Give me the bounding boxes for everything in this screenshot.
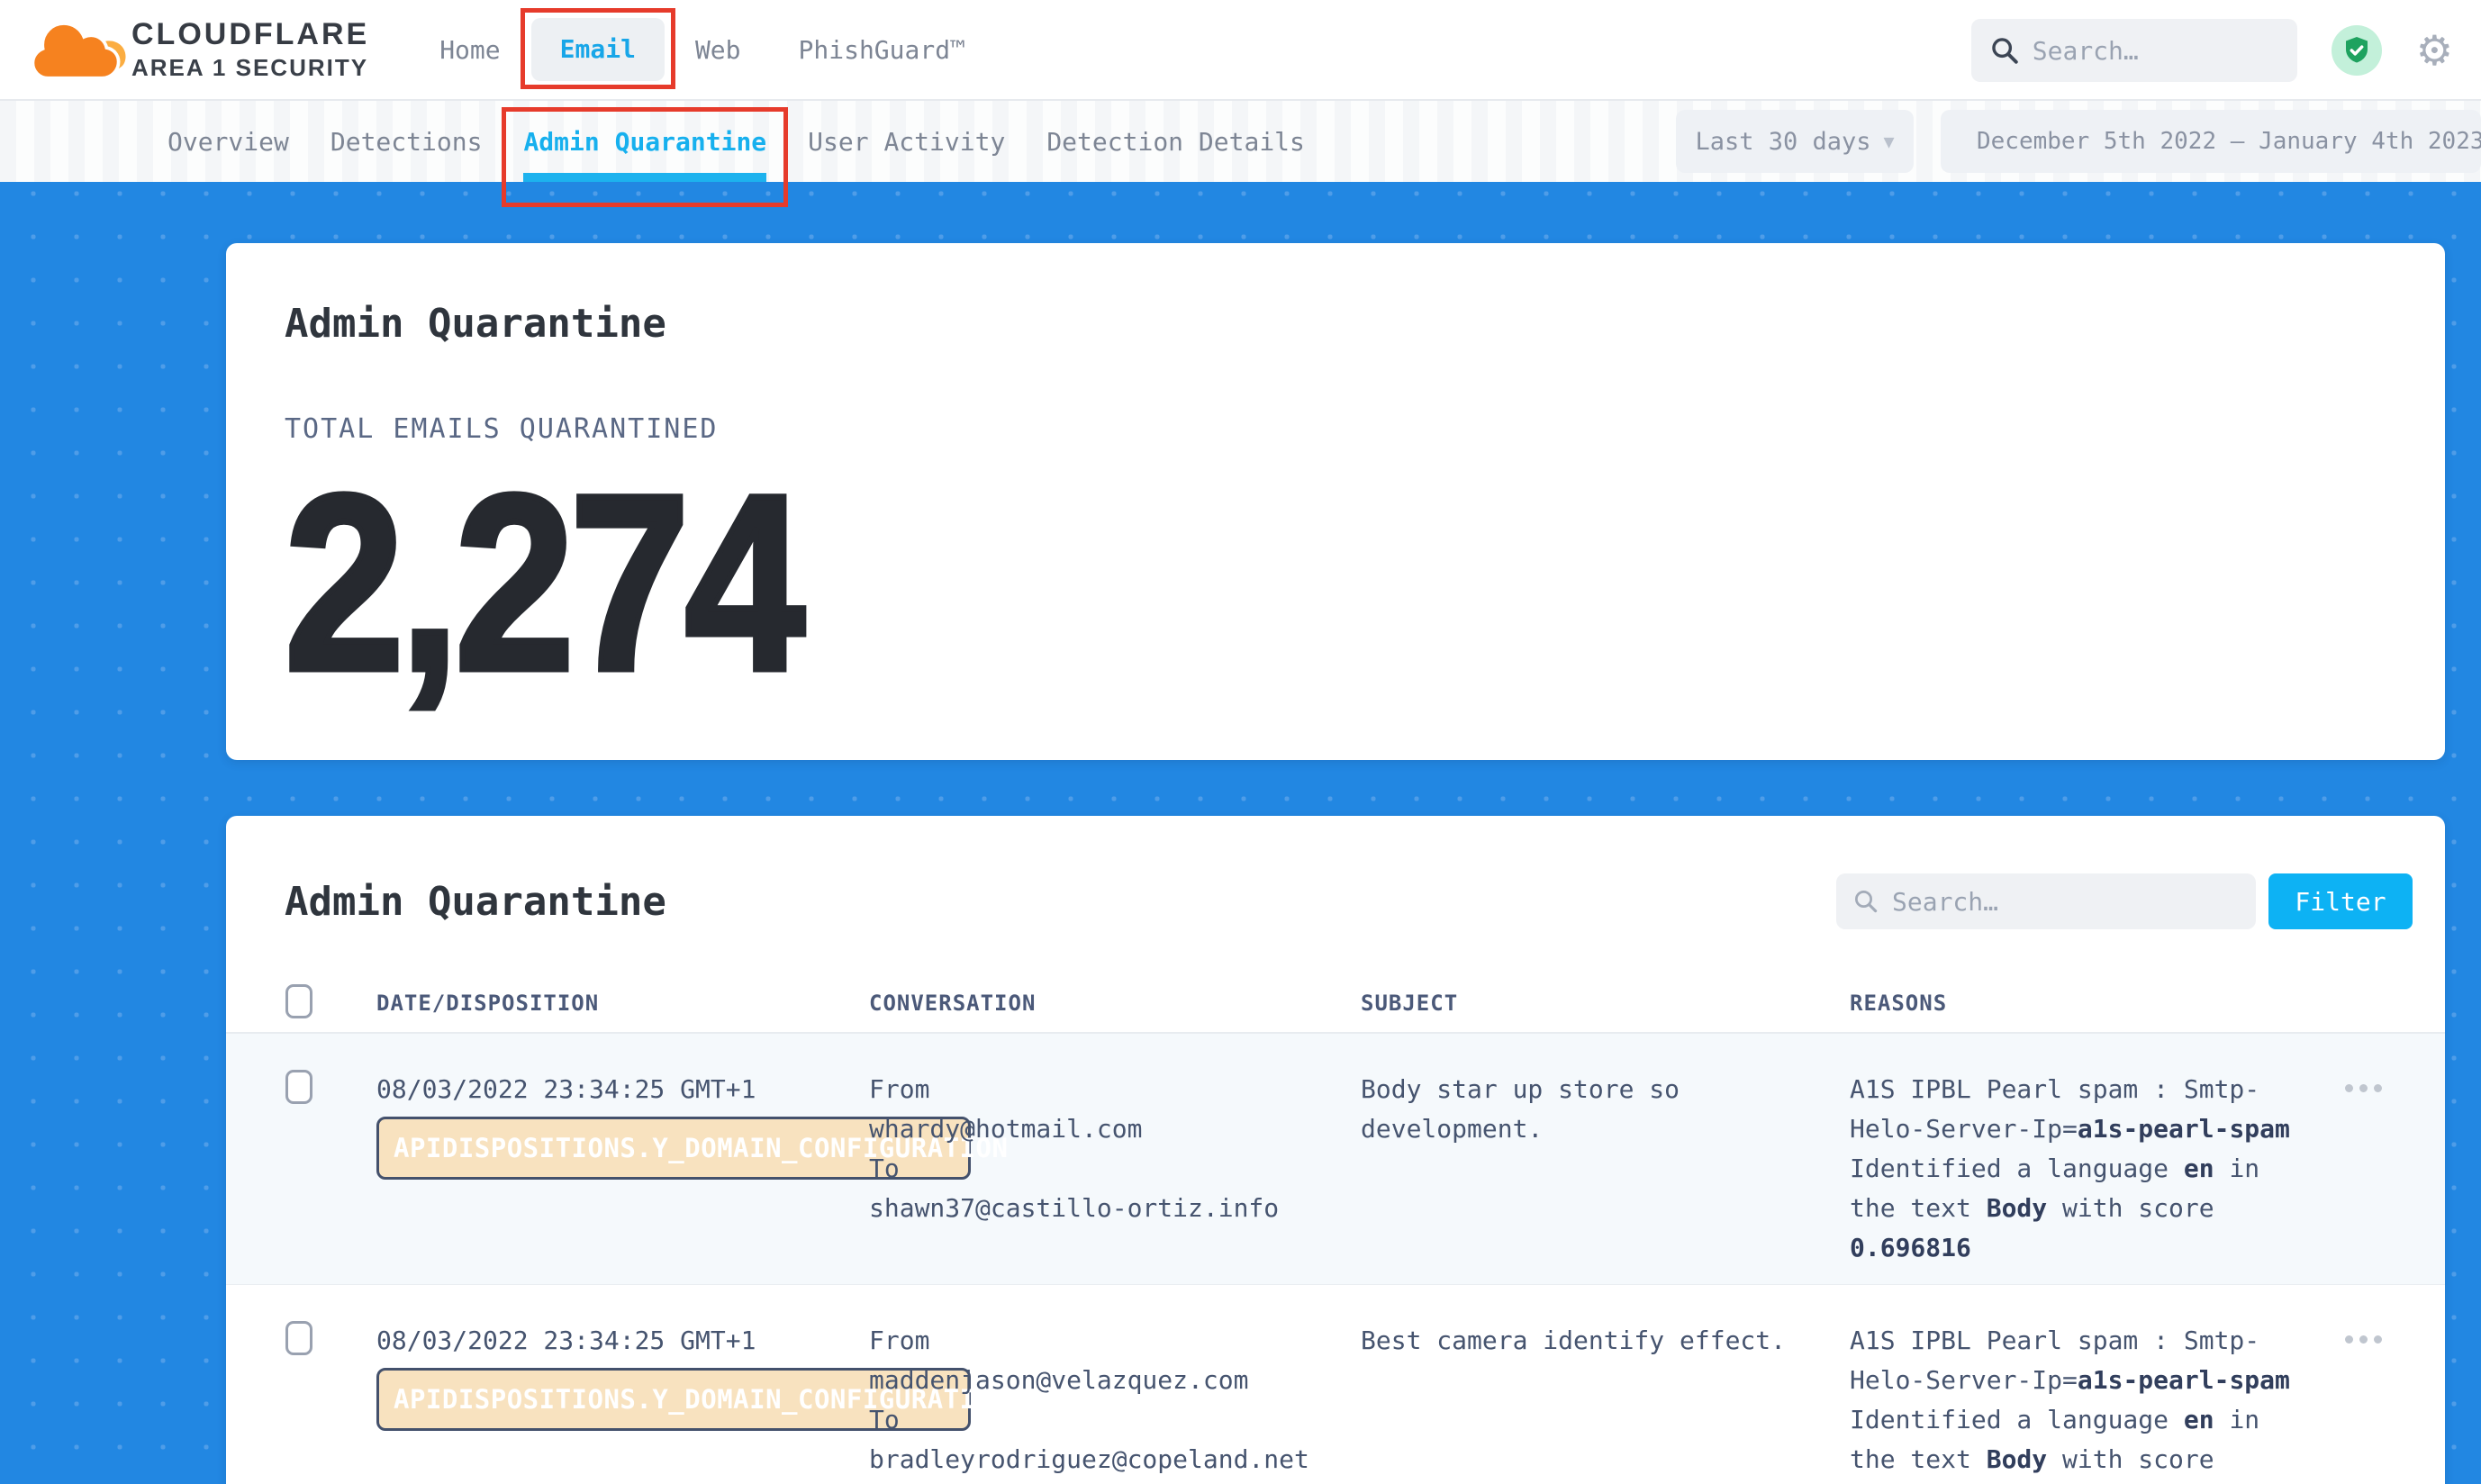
table-header-row: DATE/DISPOSITION CONVERSATION SUBJECT RE…	[226, 974, 2445, 1034]
to-label: To	[869, 1400, 1361, 1440]
subtab-overview[interactable]: Overview	[168, 101, 289, 182]
table-row[interactable]: 08/03/2022 23:34:25 GMT+1 APIDISPOSITION…	[226, 1284, 2445, 1484]
summary-card: Admin Quarantine TOTAL EMAILS QUARANTINE…	[226, 243, 2445, 760]
row-subject: Best camera identify effect.	[1361, 1321, 1815, 1361]
from-label: From	[869, 1321, 1361, 1361]
active-tab-underline	[523, 173, 766, 182]
subtab-user-activity[interactable]: User Activity	[808, 101, 1005, 182]
table-card-title: Admin Quarantine	[285, 879, 666, 925]
page-content: Admin Quarantine TOTAL EMAILS QUARANTINE…	[0, 182, 2481, 1484]
from-label: From	[869, 1070, 1361, 1109]
subtab-detection-details[interactable]: Detection Details	[1046, 101, 1305, 182]
quarantine-table-card: Admin Quarantine Filter DATE/DISPOSITION…	[226, 816, 2445, 1484]
column-header-reasons: REASONS	[1850, 991, 2318, 1016]
tab-email[interactable]: Email	[531, 18, 665, 81]
from-address: maddenjason@velazquez.com	[869, 1361, 1361, 1400]
date-range-display[interactable]: December 5th 2022 — January 4th 2023	[1941, 110, 2481, 173]
email-section-tabs: Overview Detections Admin Quarantine Use…	[0, 101, 2481, 182]
time-range-dropdown[interactable]: Last 30 days ▼	[1676, 110, 1914, 173]
chevron-down-icon: ▼	[1884, 131, 1895, 152]
column-header-subject: SUBJECT	[1361, 991, 1850, 1016]
brand-logo: CLOUDFLARE AREA 1 SECURITY	[25, 13, 369, 86]
row-reasons: A1S IPBL Pearl spam : Smtp-Helo-Server-I…	[1850, 1321, 2304, 1484]
table-search[interactable]	[1836, 873, 2256, 929]
to-label: To	[869, 1149, 1361, 1189]
to-address: bradleyrodriguez@copeland.net	[869, 1440, 1361, 1479]
subtab-detections[interactable]: Detections	[330, 101, 483, 182]
row-date: 08/03/2022 23:34:25 GMT+1	[376, 1070, 869, 1109]
tab-web[interactable]: Web	[695, 35, 741, 65]
from-address: whardy@hotmail.com	[869, 1109, 1361, 1149]
to-address: shawn37@castillo-ortiz.info	[869, 1189, 1361, 1228]
column-header-conversation: CONVERSATION	[869, 991, 1361, 1016]
primary-tabs: Home Email Web PhishGuard™	[439, 18, 965, 81]
row-actions-menu[interactable]	[2345, 1334, 2382, 1344]
row-actions-menu[interactable]	[2345, 1082, 2382, 1093]
table-body: 08/03/2022 23:34:25 GMT+1 APIDISPOSITION…	[226, 1034, 2445, 1484]
summary-card-title: Admin Quarantine	[285, 301, 2445, 347]
search-icon	[1989, 35, 2020, 66]
column-header-date: DATE/DISPOSITION	[376, 991, 869, 1016]
top-navigation: CLOUDFLARE AREA 1 SECURITY Home Email We…	[0, 0, 2481, 101]
table-row[interactable]: 08/03/2022 23:34:25 GMT+1 APIDISPOSITION…	[226, 1034, 2445, 1284]
row-subject: Body star up store so development.	[1361, 1070, 1815, 1149]
metric-label: TOTAL EMAILS QUARANTINED	[285, 413, 2445, 445]
table-search-input[interactable]	[1892, 887, 2216, 917]
select-all-checkbox[interactable]	[285, 984, 312, 1018]
cloudflare-cloud-icon	[25, 13, 126, 86]
subtab-admin-quarantine[interactable]: Admin Quarantine	[523, 101, 766, 182]
filter-button[interactable]: Filter	[2268, 873, 2413, 929]
settings-gear-icon[interactable]: ⚙	[2416, 30, 2453, 71]
tab-phishguard[interactable]: PhishGuard™	[799, 35, 965, 65]
metric-value: 2,274	[285, 470, 2142, 695]
row-date: 08/03/2022 23:34:25 GMT+1	[376, 1321, 869, 1361]
row-checkbox[interactable]	[285, 1070, 312, 1104]
brand-subtitle: AREA 1 SECURITY	[131, 54, 369, 82]
tab-home[interactable]: Home	[439, 35, 500, 65]
shield-check-icon	[2341, 34, 2373, 67]
brand-name: CLOUDFLARE	[131, 17, 369, 52]
global-search[interactable]	[1971, 19, 2297, 82]
protection-status-badge[interactable]	[2332, 25, 2382, 76]
row-checkbox[interactable]	[285, 1321, 312, 1355]
global-search-input[interactable]	[2033, 36, 2258, 66]
search-icon	[1852, 888, 1879, 915]
row-reasons: A1S IPBL Pearl spam : Smtp-Helo-Server-I…	[1850, 1070, 2304, 1268]
